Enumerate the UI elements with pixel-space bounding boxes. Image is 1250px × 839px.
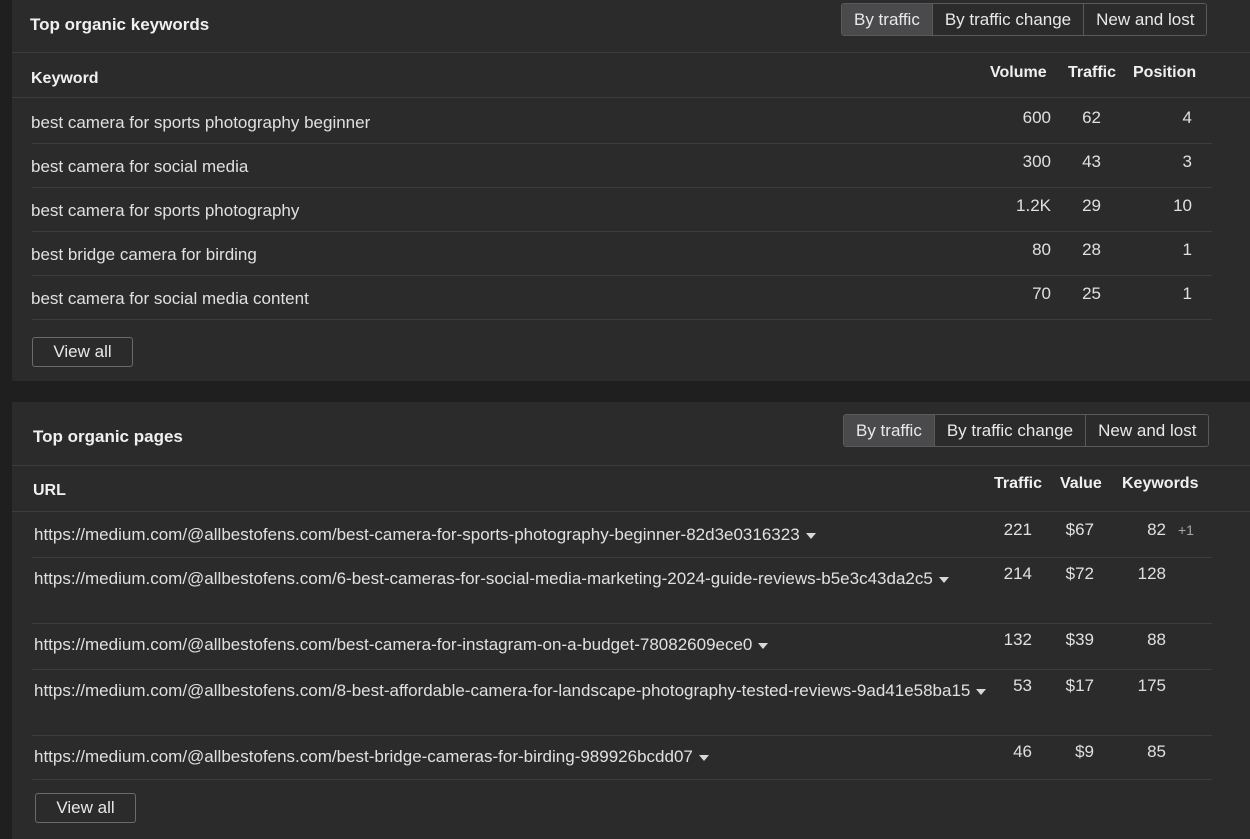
keywords-value[interactable]: 88 — [1120, 630, 1166, 650]
page-url-text[interactable]: https://medium.com/@allbestofens.com/bes… — [34, 525, 800, 544]
page-url[interactable]: https://medium.com/@allbestofens.com/bes… — [34, 745, 989, 769]
traffic-value: 53 — [1013, 676, 1032, 695]
top-organic-pages-panel: Top organic pages By traffic By traffic … — [12, 402, 1250, 839]
tab-new-and-lost[interactable]: New and lost — [1083, 4, 1207, 35]
column-header-position[interactable]: Position — [1133, 64, 1196, 82]
caret-down-icon[interactable] — [938, 576, 949, 583]
value-value: $67 — [1065, 520, 1094, 539]
column-header-keywords[interactable]: Keywords — [1122, 475, 1198, 493]
keyword-row[interactable]: best camera for sports photography begin… — [12, 100, 1212, 144]
volume-value: 300 — [1022, 152, 1051, 171]
keywords-change-badge: +1 — [1178, 522, 1194, 538]
value-value: $17 — [1065, 676, 1094, 695]
page-row[interactable]: https://medium.com/@allbestofens.com/bes… — [12, 736, 1212, 780]
traffic-value: 46 — [1013, 742, 1032, 761]
traffic-value: 29 — [1082, 196, 1101, 215]
keywords-value[interactable]: 82 — [1120, 520, 1166, 540]
traffic-value: 43 — [1082, 152, 1101, 171]
column-header-traffic[interactable]: Traffic — [1068, 64, 1116, 82]
page-url[interactable]: https://medium.com/@allbestofens.com/bes… — [34, 633, 989, 657]
divider — [12, 97, 1250, 98]
caret-down-icon[interactable] — [758, 642, 769, 649]
volume-value: 70 — [1032, 284, 1051, 303]
keyword-text[interactable]: best camera for social media content — [31, 289, 309, 309]
column-header-url[interactable]: URL — [33, 482, 66, 500]
row-divider — [32, 319, 1212, 320]
traffic-value: 214 — [1003, 564, 1032, 583]
column-header-traffic[interactable]: Traffic — [994, 475, 1042, 493]
page-row[interactable]: https://medium.com/@allbestofens.com/bes… — [12, 514, 1212, 558]
page-row[interactable]: https://medium.com/@allbestofens.com/bes… — [12, 624, 1212, 670]
page-url-text[interactable]: https://medium.com/@allbestofens.com/bes… — [34, 635, 752, 654]
top-organic-keywords-panel: Top organic keywords By traffic By traff… — [12, 0, 1250, 381]
caret-down-icon[interactable] — [976, 688, 987, 695]
position-value: 10 — [1173, 196, 1192, 215]
tab-by-traffic[interactable]: By traffic — [842, 4, 932, 35]
keywords-value[interactable]: 85 — [1120, 742, 1166, 762]
page-url-text[interactable]: https://medium.com/@allbestofens.com/bes… — [34, 747, 693, 766]
view-all-keywords-button[interactable]: View all — [32, 337, 133, 367]
panel-title: Top organic pages — [33, 427, 183, 446]
keyword-text[interactable]: best camera for sports photography begin… — [31, 113, 370, 133]
row-divider — [32, 779, 1212, 780]
keyword-text[interactable]: best camera for social media — [31, 157, 248, 177]
position-value: 1 — [1182, 284, 1192, 303]
keyword-row[interactable]: best bridge camera for birding 80 28 1 — [12, 232, 1212, 276]
volume-value: 1.2K — [1016, 196, 1051, 215]
column-header-value[interactable]: Value — [1060, 475, 1102, 493]
page-url-text[interactable]: https://medium.com/@allbestofens.com/8-b… — [34, 681, 970, 700]
divider — [12, 465, 1250, 466]
page-row[interactable]: https://medium.com/@allbestofens.com/6-b… — [12, 558, 1212, 624]
caret-down-icon[interactable] — [805, 532, 816, 539]
keyword-text[interactable]: best bridge camera for birding — [31, 245, 257, 265]
position-value: 1 — [1182, 240, 1192, 259]
position-value: 3 — [1182, 152, 1192, 171]
pages-tab-group: By traffic By traffic change New and los… — [843, 414, 1210, 447]
value-value: $9 — [1075, 742, 1094, 761]
traffic-value: 221 — [1003, 520, 1032, 539]
tab-by-traffic-change[interactable]: By traffic change — [931, 4, 1084, 35]
panel-title: Top organic keywords — [30, 15, 210, 34]
volume-value: 600 — [1022, 108, 1051, 127]
traffic-value: 25 — [1082, 284, 1101, 303]
tab-new-and-lost[interactable]: New and lost — [1085, 415, 1209, 446]
page-row[interactable]: https://medium.com/@allbestofens.com/8-b… — [12, 670, 1212, 736]
caret-down-icon[interactable] — [698, 754, 709, 761]
tab-by-traffic-change[interactable]: By traffic change — [933, 415, 1086, 446]
view-all-pages-button[interactable]: View all — [35, 793, 136, 823]
traffic-value: 132 — [1003, 630, 1032, 649]
keyword-row[interactable]: best camera for social media 300 43 3 — [12, 144, 1212, 188]
divider — [12, 511, 1250, 512]
page-url[interactable]: https://medium.com/@allbestofens.com/bes… — [34, 523, 989, 547]
keyword-row[interactable]: best camera for social media content 70 25… — [12, 276, 1212, 320]
traffic-value: 28 — [1082, 240, 1101, 259]
page-url[interactable]: https://medium.com/@allbestofens.com/8-b… — [34, 679, 989, 703]
tab-by-traffic[interactable]: By traffic — [844, 415, 934, 446]
keywords-tab-group: By traffic By traffic change New and los… — [841, 3, 1208, 36]
keywords-value[interactable]: 175 — [1120, 676, 1166, 696]
value-value: $39 — [1065, 630, 1094, 649]
value-value: $72 — [1065, 564, 1094, 583]
divider — [12, 52, 1250, 53]
column-header-keyword[interactable]: Keyword — [31, 70, 99, 88]
keyword-text[interactable]: best camera for sports photography — [31, 201, 299, 221]
keyword-row[interactable]: best camera for sports photography 1.2K 29… — [12, 188, 1212, 232]
page-url[interactable]: https://medium.com/@allbestofens.com/6-b… — [34, 567, 989, 591]
traffic-value: 62 — [1082, 108, 1101, 127]
position-value: 4 — [1182, 108, 1192, 127]
volume-value: 80 — [1032, 240, 1051, 259]
page-url-text[interactable]: https://medium.com/@allbestofens.com/6-b… — [34, 569, 933, 588]
column-header-volume[interactable]: Volume — [990, 64, 1047, 82]
keywords-value[interactable]: 128 — [1120, 564, 1166, 584]
